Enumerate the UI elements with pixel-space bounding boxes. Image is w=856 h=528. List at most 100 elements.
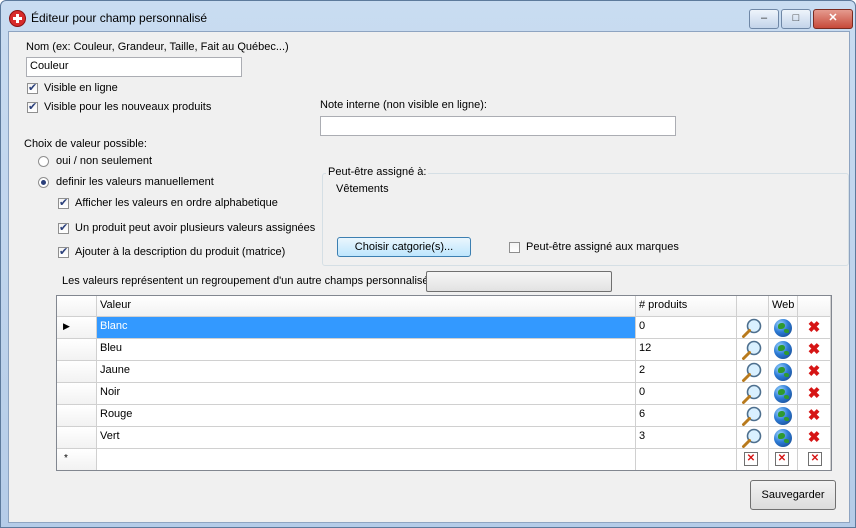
delete-x-icon[interactable]: ✖ (808, 341, 821, 358)
delete-cell[interactable]: ✖ (798, 427, 831, 449)
web-cell[interactable] (769, 383, 798, 405)
internal-note-label: Note interne (non visible en ligne): (320, 99, 487, 111)
web-cell[interactable] (769, 361, 798, 383)
current-row-marker: ▶ (63, 321, 70, 331)
search-cell[interactable] (737, 361, 769, 383)
row-header[interactable]: ▶ (57, 317, 97, 339)
globe-icon[interactable] (774, 385, 792, 403)
table-row-produits[interactable]: 0 (636, 383, 737, 405)
multi-values-label: Un produit peut avoir plusieurs valeurs … (75, 222, 316, 234)
delete-cell[interactable]: ✖ (798, 383, 831, 405)
visible-new-products-label: Visible pour les nouveaux produits (44, 101, 212, 113)
alphabetical-checkbox[interactable] (58, 196, 69, 209)
column-header-produits[interactable]: # produits (636, 296, 737, 317)
new-row-produits[interactable] (636, 449, 737, 470)
choose-category-button[interactable]: Choisir catgorie(s)... (337, 237, 471, 257)
grouping-select[interactable] (426, 271, 612, 292)
editor-window: Éditeur pour champ personnalisé ‒ □ ✕ No… (0, 0, 856, 528)
web-cell[interactable] (769, 427, 798, 449)
search-cell[interactable] (737, 383, 769, 405)
visible-new-products-checkbox[interactable] (27, 100, 38, 113)
table-row-valeur[interactable]: Bleu (97, 339, 636, 361)
table-row-valeur[interactable]: Blanc (97, 317, 636, 339)
delete-cell[interactable]: ✖ (798, 317, 831, 339)
magnifier-icon[interactable] (741, 339, 763, 361)
table-row-valeur[interactable]: Noir (97, 383, 636, 405)
add-description-checkbox[interactable] (58, 245, 69, 258)
radio-manual[interactable] (38, 177, 49, 188)
column-header-valeur[interactable]: Valeur (97, 296, 636, 317)
alphabetical-label: Afficher les valeurs en ordre alphabetiq… (75, 197, 278, 209)
name-input[interactable]: Couleur (26, 57, 242, 77)
magnifier-icon[interactable] (741, 405, 763, 427)
globe-icon[interactable] (774, 319, 792, 337)
delete-x-icon[interactable]: ✖ (808, 363, 821, 380)
window-title: Éditeur pour champ personnalisé (31, 11, 208, 25)
broken-image-icon[interactable]: ✕ (744, 452, 758, 466)
value-choice-label: Choix de valeur possible: (24, 138, 147, 150)
internal-note-input[interactable] (320, 116, 676, 136)
table-row-produits[interactable]: 12 (636, 339, 737, 361)
table-row-valeur[interactable]: Vert (97, 427, 636, 449)
globe-icon[interactable] (774, 407, 792, 425)
magnifier-icon[interactable] (741, 427, 763, 449)
broken-image-icon[interactable]: ✕ (775, 452, 789, 466)
column-header-search[interactable] (737, 296, 769, 317)
search-cell[interactable] (737, 317, 769, 339)
title-bar[interactable]: Éditeur pour champ personnalisé ‒ □ ✕ (1, 1, 855, 31)
web-cell[interactable] (769, 339, 798, 361)
delete-cell[interactable]: ✖ (798, 405, 831, 427)
column-header-web[interactable]: Web (769, 296, 798, 317)
search-cell[interactable] (737, 339, 769, 361)
minimize-button[interactable]: ‒ (749, 9, 779, 29)
app-icon (9, 10, 26, 27)
save-button[interactable]: Sauvegarder (750, 480, 836, 510)
add-description-label: Ajouter à la description du produit (mat… (75, 246, 286, 258)
search-cell[interactable] (737, 405, 769, 427)
broken-image-icon[interactable]: ✕ (808, 452, 822, 466)
delete-cell[interactable]: ✖ (798, 339, 831, 361)
table-row-valeur[interactable]: Jaune (97, 361, 636, 383)
table-row-produits[interactable]: 0 (636, 317, 737, 339)
new-row-valeur[interactable] (97, 449, 636, 470)
globe-icon[interactable] (774, 429, 792, 447)
globe-icon[interactable] (774, 341, 792, 359)
radio-yes-no[interactable] (38, 156, 49, 167)
delete-x-icon[interactable]: ✖ (808, 407, 821, 424)
new-row-web-cell[interactable]: ✕ (769, 449, 798, 470)
new-row-search-cell[interactable]: ✕ (737, 449, 769, 470)
column-header-delete[interactable] (798, 296, 831, 317)
delete-x-icon[interactable]: ✖ (808, 429, 821, 446)
radio-yes-no-label: oui / non seulement (56, 155, 153, 167)
row-header[interactable] (57, 405, 97, 427)
delete-cell[interactable]: ✖ (798, 361, 831, 383)
assign-group-label: Peut-être assigné à: (326, 166, 429, 178)
delete-x-icon[interactable]: ✖ (808, 319, 821, 336)
magnifier-icon[interactable] (741, 317, 763, 339)
table-row-produits[interactable]: 6 (636, 405, 737, 427)
search-cell[interactable] (737, 427, 769, 449)
grouping-label: Les valeurs représentent un regroupement… (62, 275, 432, 287)
magnifier-icon[interactable] (741, 361, 763, 383)
close-button[interactable]: ✕ (813, 9, 853, 29)
web-cell[interactable] (769, 405, 798, 427)
web-cell[interactable] (769, 317, 798, 339)
row-header[interactable] (57, 383, 97, 405)
visible-online-checkbox[interactable] (27, 81, 38, 94)
radio-manual-label: definir les valeurs manuellement (56, 176, 214, 188)
magnifier-icon[interactable] (741, 383, 763, 405)
visible-online-label: Visible en ligne (44, 82, 118, 94)
multi-values-checkbox[interactable] (58, 221, 69, 234)
assign-brands-checkbox[interactable] (509, 242, 520, 253)
maximize-button[interactable]: □ (781, 9, 811, 29)
row-header[interactable] (57, 339, 97, 361)
table-row-valeur[interactable]: Rouge (97, 405, 636, 427)
delete-x-icon[interactable]: ✖ (808, 385, 821, 402)
globe-icon[interactable] (774, 363, 792, 381)
row-header-new[interactable]: * (57, 449, 97, 470)
table-row-produits[interactable]: 2 (636, 361, 737, 383)
table-row-produits[interactable]: 3 (636, 427, 737, 449)
row-header[interactable] (57, 361, 97, 383)
row-header[interactable] (57, 427, 97, 449)
new-row-delete-cell[interactable]: ✕ (798, 449, 831, 470)
